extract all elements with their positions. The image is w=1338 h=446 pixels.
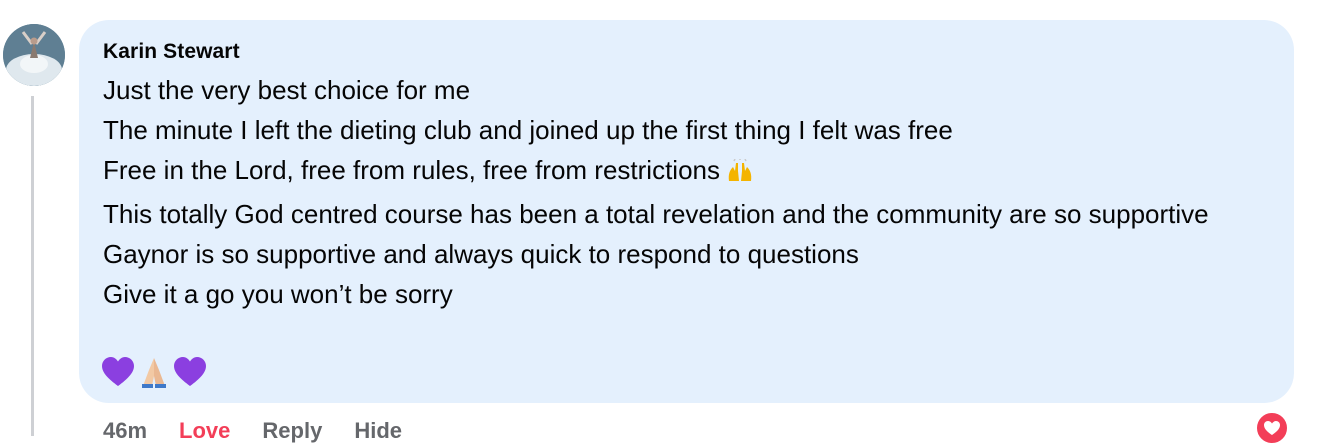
comment-line: Give it a go you won’t be sorry: [103, 279, 453, 309]
purple-heart-emoji: [102, 357, 134, 386]
comment-line: This totally God centred course has been…: [103, 199, 1209, 229]
comment-line: Free in the Lord, free from rules, free …: [103, 150, 1278, 194]
love-button[interactable]: Love: [179, 416, 230, 446]
comment-actions: 46m Love Reply Hide: [103, 416, 434, 446]
comment-line: Just the very best choice for me: [103, 75, 471, 105]
hide-button[interactable]: Hide: [354, 416, 402, 446]
folded-hands-emoji: [142, 358, 166, 388]
raising-hands-emoji: [726, 154, 754, 194]
thread-line: [31, 96, 34, 436]
comment-body: Just the very best choice for me The min…: [103, 70, 1278, 314]
comment-author[interactable]: Karin Stewart: [103, 38, 240, 66]
reply-button[interactable]: Reply: [262, 416, 322, 446]
comment-line-text: Free in the Lord, free from rules, free …: [103, 155, 720, 185]
timestamp-link[interactable]: 46m: [103, 416, 147, 446]
avatar-image: [3, 24, 65, 86]
purple-heart-emoji: [174, 357, 206, 386]
comment-line: Gaynor is so supportive and always quick…: [103, 239, 859, 269]
emoji-row: [101, 354, 207, 390]
love-reaction-icon[interactable]: [1254, 410, 1290, 446]
avatar[interactable]: [3, 24, 65, 86]
comment-line: The minute I left the dieting club and j…: [103, 115, 953, 145]
